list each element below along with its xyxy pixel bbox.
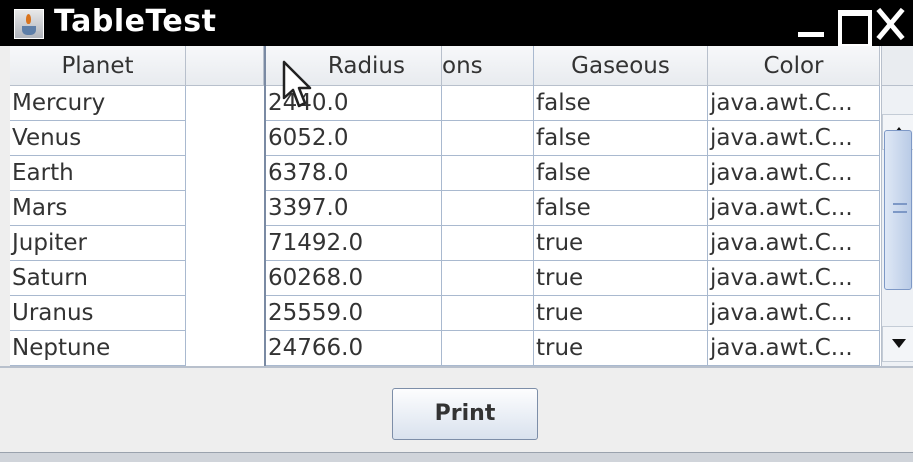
cell-color[interactable]: java.awt.C...: [708, 156, 880, 191]
button-panel: Print: [0, 366, 913, 462]
column-drag-gap: [186, 86, 263, 366]
arrow-down-icon[interactable]: [882, 326, 913, 362]
print-button[interactable]: Print: [392, 388, 538, 440]
cell-gaseous[interactable]: true: [534, 296, 708, 331]
cell-color[interactable]: java.awt.C...: [708, 296, 880, 331]
cell-color[interactable]: java.awt.C...: [708, 121, 880, 156]
cell-radius[interactable]: 6378.0: [266, 156, 442, 191]
column-header-color[interactable]: Color: [708, 46, 880, 86]
cell-radius[interactable]: 3397.0: [266, 191, 442, 226]
cell-color[interactable]: java.awt.C...: [708, 331, 880, 366]
close-icon[interactable]: [874, 5, 908, 41]
maximize-icon[interactable]: [834, 5, 872, 48]
cell-planet[interactable]: Venus: [10, 121, 186, 156]
column-header-empty: [186, 46, 264, 86]
scrollbar-corner: [882, 46, 913, 86]
cell-gaseous[interactable]: true: [534, 261, 708, 296]
vertical-scrollbar[interactable]: [881, 46, 913, 366]
horizontal-scrollbar-edge: [0, 452, 913, 462]
cell-radius[interactable]: 71492.0: [266, 226, 442, 261]
window-frame-left: [0, 46, 10, 366]
cell-color[interactable]: java.awt.C...: [708, 261, 880, 296]
cell-color[interactable]: java.awt.C...: [708, 191, 880, 226]
cell-radius[interactable]: 60268.0: [266, 261, 442, 296]
cell-radius[interactable]: 24766.0: [266, 331, 442, 366]
cell-gaseous[interactable]: true: [534, 226, 708, 261]
window-title: TableTest: [54, 4, 217, 39]
cell-planet[interactable]: Jupiter: [10, 226, 186, 261]
planet-table[interactable]: Planet ons Gaseous Color Mercury false jav…: [10, 46, 880, 366]
cell-planet[interactable]: Uranus: [10, 296, 186, 331]
column-header-gaseous[interactable]: Gaseous: [534, 46, 708, 86]
title-bar: TableTest: [0, 0, 913, 48]
cell-planet[interactable]: Saturn: [10, 261, 186, 296]
cell-gaseous[interactable]: false: [534, 86, 708, 121]
cell-planet[interactable]: Earth: [10, 156, 186, 191]
cell-planet[interactable]: Mercury: [10, 86, 186, 121]
cell-color[interactable]: java.awt.C...: [708, 86, 880, 121]
minimize-icon[interactable]: [794, 5, 828, 41]
cell-planet[interactable]: Mars: [10, 191, 186, 226]
grip-icon: [893, 203, 907, 213]
mouse-pointer-icon: [282, 60, 312, 108]
cell-planet[interactable]: Neptune: [10, 331, 186, 366]
cell-radius[interactable]: 25559.0: [266, 296, 442, 331]
cell-gaseous[interactable]: false: [534, 191, 708, 226]
cell-gaseous[interactable]: true: [534, 331, 708, 366]
scrollbar-thumb[interactable]: [884, 130, 912, 290]
cell-gaseous[interactable]: false: [534, 156, 708, 191]
java-cup-icon[interactable]: [14, 9, 44, 39]
cell-color[interactable]: java.awt.C...: [708, 226, 880, 261]
column-header-planet[interactable]: Planet: [10, 46, 186, 86]
cell-radius[interactable]: 6052.0: [266, 121, 442, 156]
cell-gaseous[interactable]: false: [534, 121, 708, 156]
